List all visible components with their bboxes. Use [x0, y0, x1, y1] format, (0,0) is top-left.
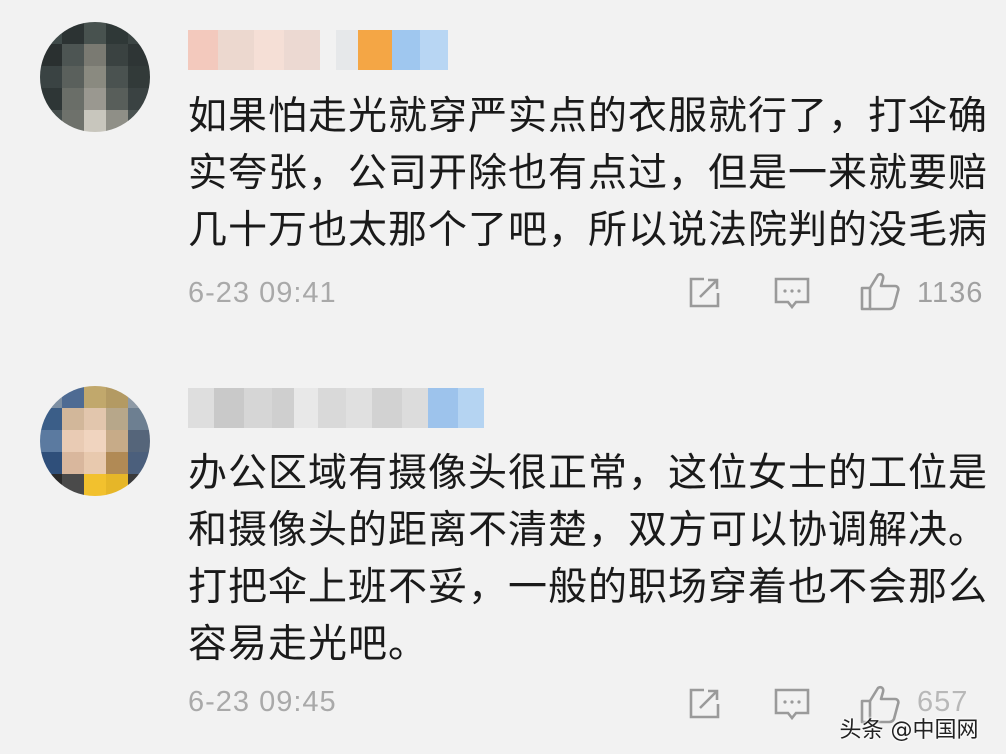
comment-item: 办公区域有摄像头很正常，这位女士的工位是 和摄像头的距离不清楚，双方可以协调解决…: [0, 0, 1006, 754]
share-icon: [689, 688, 720, 719]
comment-line: 容易走光吧。: [188, 622, 429, 667]
comment-line: 打把伞上班不妥，一般的职场穿着也不会那么: [188, 565, 989, 610]
comment-text: 办公区域有摄像头很正常，这位女士的工位是 和摄像头的距离不清楚，双方可以协调解决…: [188, 445, 988, 673]
avatar[interactable]: [40, 386, 150, 496]
comment-line: 和摄像头的距离不清楚，双方可以协调解决。: [188, 508, 989, 553]
reply-button[interactable]: [773, 686, 811, 724]
comment-timestamp: 6-23 09:45: [188, 686, 337, 718]
share-button[interactable]: [686, 686, 722, 722]
comment-line: 办公区域有摄像头很正常，这位女士的工位是: [188, 451, 989, 496]
username-blurred[interactable]: [188, 388, 484, 428]
reply-icon: [774, 688, 810, 721]
watermark: 头条 @中国网: [839, 718, 979, 743]
